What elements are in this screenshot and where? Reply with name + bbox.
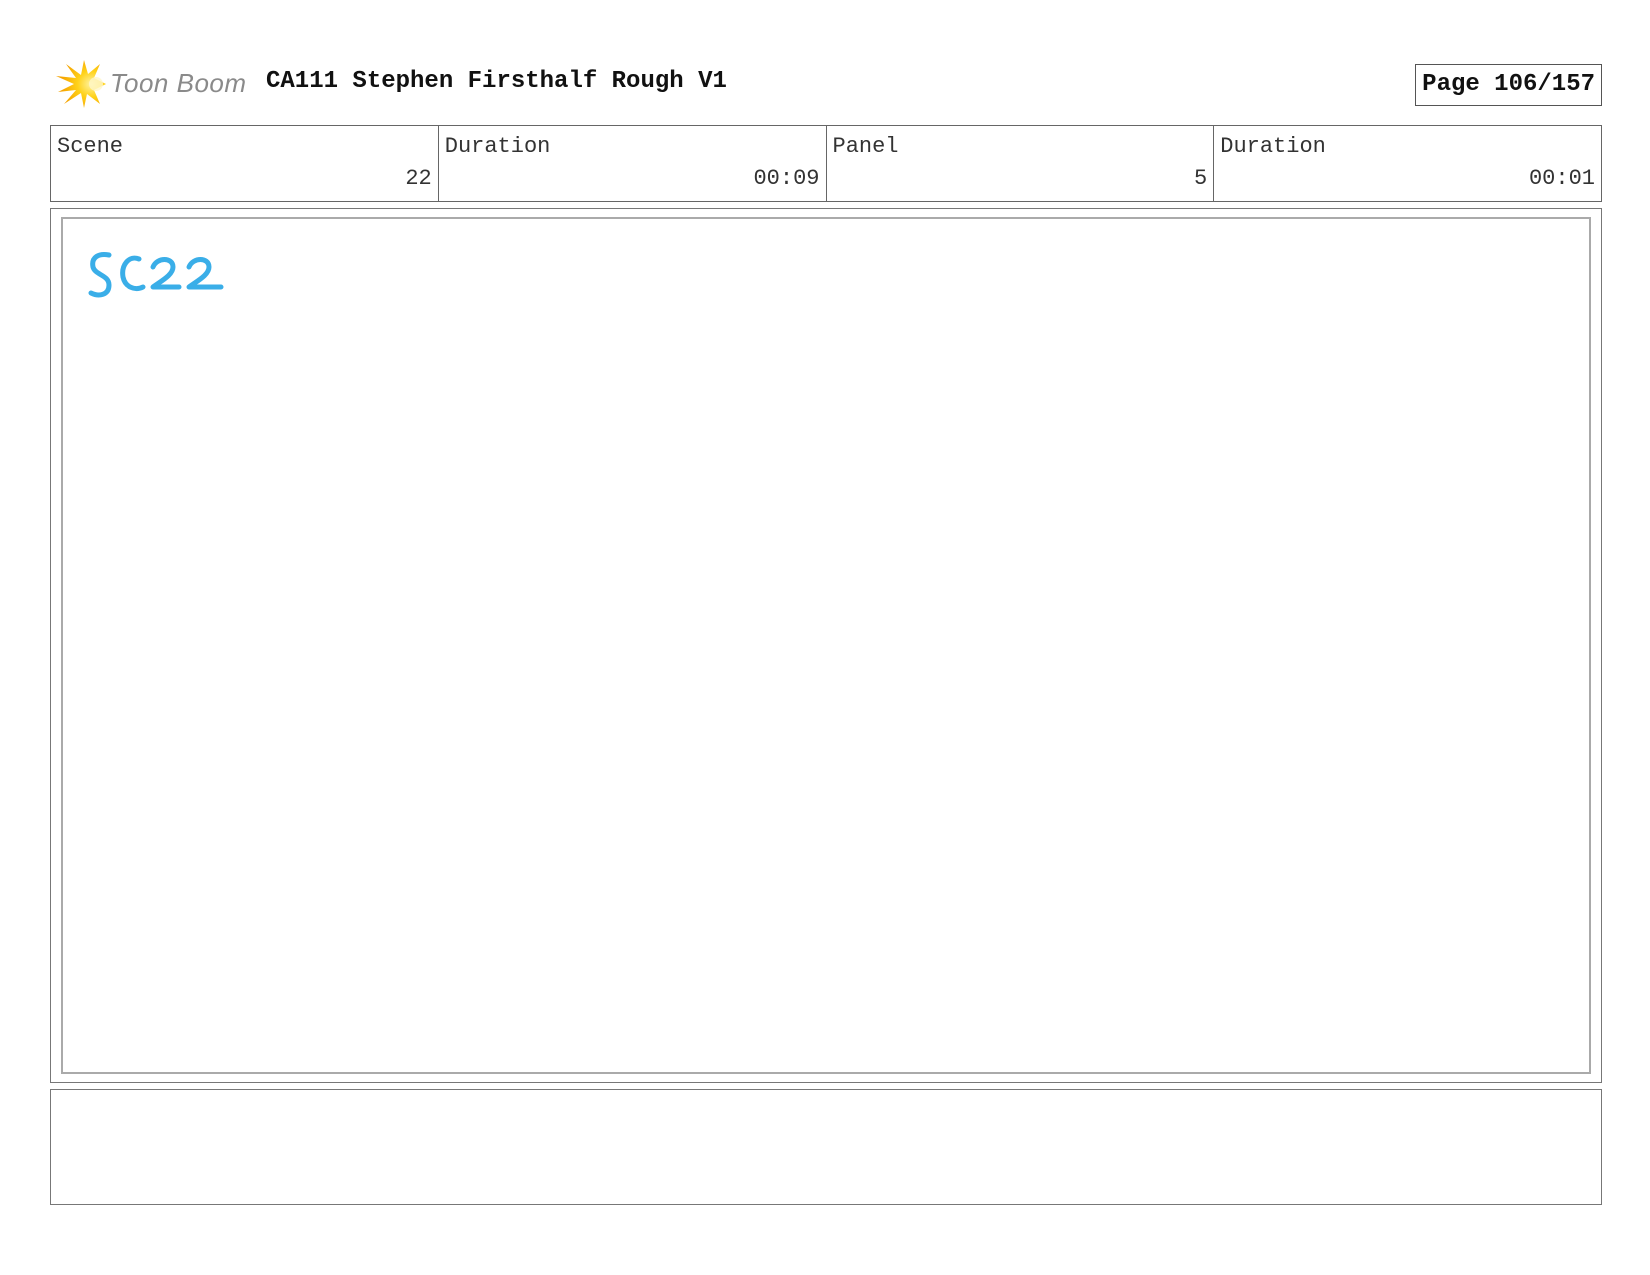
panel-label: Panel: [832, 134, 899, 159]
logo-text: Toon Boom: [110, 68, 247, 98]
panel-value: 5: [1194, 166, 1208, 191]
starburst-icon: [56, 60, 106, 108]
page-header: Toon Boom CA111 Stephen Firsthalf Rough …: [50, 56, 1602, 112]
scene-duration-value: 00:09: [753, 166, 820, 191]
scene-duration-cell: Duration 00:09: [439, 126, 827, 201]
panel-duration-label: Duration: [1220, 134, 1326, 159]
panel-cell: Panel 5: [827, 126, 1215, 201]
scene-info-table: Scene 22 Duration 00:09 Panel 5 Duration…: [50, 125, 1602, 202]
scene-cell: Scene 22: [51, 126, 439, 201]
panel-drawing-area: [61, 217, 1591, 1074]
scene-value: 22: [405, 166, 432, 191]
panel-duration-cell: Duration 00:01: [1214, 126, 1601, 201]
storyboard-panel: [50, 208, 1602, 1083]
handwritten-sketch-label: [88, 252, 224, 298]
toon-boom-logo: Toon Boom: [54, 56, 254, 112]
page-number-box: Page 106/157: [1415, 64, 1602, 106]
scene-label: Scene: [57, 134, 124, 159]
document-title: CA111 Stephen Firsthalf Rough V1: [266, 68, 727, 95]
panel-notes-box: [50, 1089, 1602, 1205]
panel-duration-value: 00:01: [1528, 166, 1595, 191]
scene-duration-label: Duration: [444, 134, 551, 159]
